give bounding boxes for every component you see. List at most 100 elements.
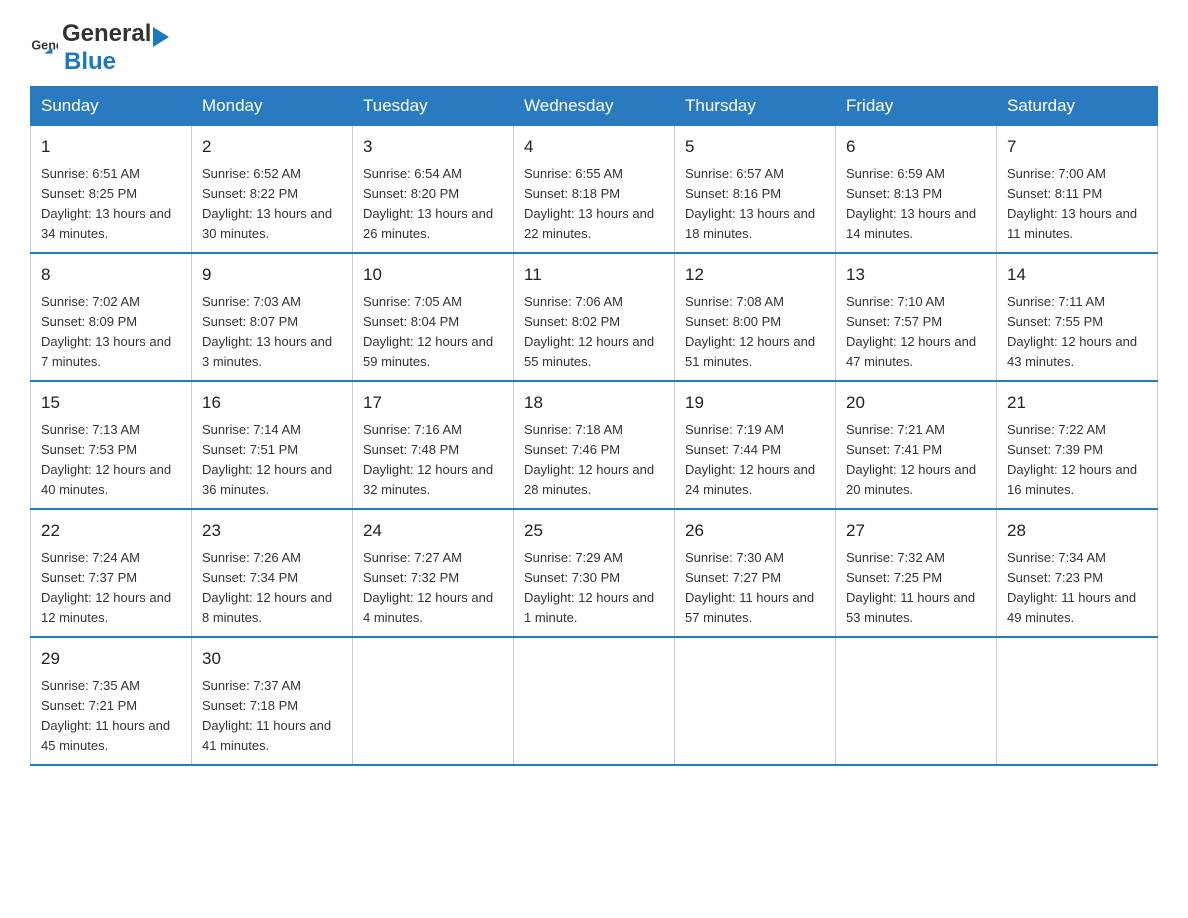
calendar-cell: 26 Sunrise: 7:30 AMSunset: 7:27 PMDayligh… <box>675 509 836 637</box>
calendar-cell: 3 Sunrise: 6:54 AMSunset: 8:20 PMDaylight… <box>353 125 514 253</box>
logo: General General Blue <box>30 20 171 76</box>
day-number: 7 <box>1007 134 1147 160</box>
header-thursday: Thursday <box>675 87 836 125</box>
calendar-cell <box>836 637 997 765</box>
day-number: 27 <box>846 518 986 544</box>
day-number: 5 <box>685 134 825 160</box>
day-number: 15 <box>41 390 181 416</box>
day-number: 2 <box>202 134 342 160</box>
calendar-cell: 9 Sunrise: 7:03 AMSunset: 8:07 PMDaylight… <box>192 253 353 381</box>
calendar-cell: 17 Sunrise: 7:16 AMSunset: 7:48 PMDayligh… <box>353 381 514 509</box>
day-info: Sunrise: 7:16 AMSunset: 7:48 PMDaylight:… <box>363 420 503 501</box>
calendar-cell <box>997 637 1158 765</box>
day-info: Sunrise: 7:37 AMSunset: 7:18 PMDaylight:… <box>202 676 342 757</box>
day-info: Sunrise: 7:22 AMSunset: 7:39 PMDaylight:… <box>1007 420 1147 501</box>
calendar-cell: 5 Sunrise: 6:57 AMSunset: 8:16 PMDaylight… <box>675 125 836 253</box>
day-number: 12 <box>685 262 825 288</box>
calendar-cell: 1 Sunrise: 6:51 AMSunset: 8:25 PMDaylight… <box>31 125 192 253</box>
calendar-cell: 22 Sunrise: 7:24 AMSunset: 7:37 PMDayligh… <box>31 509 192 637</box>
day-number: 30 <box>202 646 342 672</box>
day-info: Sunrise: 7:29 AMSunset: 7:30 PMDaylight:… <box>524 548 664 629</box>
day-number: 11 <box>524 262 664 288</box>
day-number: 20 <box>846 390 986 416</box>
day-number: 3 <box>363 134 503 160</box>
calendar-cell: 29 Sunrise: 7:35 AMSunset: 7:21 PMDayligh… <box>31 637 192 765</box>
day-number: 16 <box>202 390 342 416</box>
header-wednesday: Wednesday <box>514 87 675 125</box>
calendar-cell: 15 Sunrise: 7:13 AMSunset: 7:53 PMDayligh… <box>31 381 192 509</box>
day-info: Sunrise: 7:26 AMSunset: 7:34 PMDaylight:… <box>202 548 342 629</box>
day-info: Sunrise: 7:02 AMSunset: 8:09 PMDaylight:… <box>41 292 181 373</box>
logo-icon: General <box>30 34 58 62</box>
calendar-cell: 16 Sunrise: 7:14 AMSunset: 7:51 PMDayligh… <box>192 381 353 509</box>
day-number: 21 <box>1007 390 1147 416</box>
calendar-cell <box>353 637 514 765</box>
day-info: Sunrise: 6:51 AMSunset: 8:25 PMDaylight:… <box>41 164 181 245</box>
day-info: Sunrise: 7:18 AMSunset: 7:46 PMDaylight:… <box>524 420 664 501</box>
day-info: Sunrise: 7:14 AMSunset: 7:51 PMDaylight:… <box>202 420 342 501</box>
day-number: 9 <box>202 262 342 288</box>
day-info: Sunrise: 7:30 AMSunset: 7:27 PMDaylight:… <box>685 548 825 629</box>
calendar-cell: 30 Sunrise: 7:37 AMSunset: 7:18 PMDayligh… <box>192 637 353 765</box>
day-number: 25 <box>524 518 664 544</box>
day-info: Sunrise: 7:08 AMSunset: 8:00 PMDaylight:… <box>685 292 825 373</box>
calendar-cell: 12 Sunrise: 7:08 AMSunset: 8:00 PMDayligh… <box>675 253 836 381</box>
day-number: 28 <box>1007 518 1147 544</box>
day-info: Sunrise: 7:03 AMSunset: 8:07 PMDaylight:… <box>202 292 342 373</box>
calendar-week-row: 1 Sunrise: 6:51 AMSunset: 8:25 PMDaylight… <box>31 125 1158 253</box>
day-info: Sunrise: 7:00 AMSunset: 8:11 PMDaylight:… <box>1007 164 1147 245</box>
svg-text:General: General <box>31 38 58 52</box>
calendar-cell: 7 Sunrise: 7:00 AMSunset: 8:11 PMDaylight… <box>997 125 1158 253</box>
calendar-cell: 14 Sunrise: 7:11 AMSunset: 7:55 PMDayligh… <box>997 253 1158 381</box>
calendar-week-row: 29 Sunrise: 7:35 AMSunset: 7:21 PMDayligh… <box>31 637 1158 765</box>
calendar-cell: 6Sunrise: 6:59 AMSunset: 8:13 PMDaylight… <box>836 125 997 253</box>
day-number: 13 <box>846 262 986 288</box>
logo-text-blue: Blue <box>64 48 116 75</box>
calendar-cell: 8Sunrise: 7:02 AMSunset: 8:09 PMDaylight… <box>31 253 192 381</box>
day-info: Sunrise: 7:35 AMSunset: 7:21 PMDaylight:… <box>41 676 181 757</box>
day-info: Sunrise: 7:21 AMSunset: 7:41 PMDaylight:… <box>846 420 986 501</box>
day-info: Sunrise: 7:10 AMSunset: 7:57 PMDaylight:… <box>846 292 986 373</box>
calendar-cell: 18 Sunrise: 7:18 AMSunset: 7:46 PMDayligh… <box>514 381 675 509</box>
header-monday: Monday <box>192 87 353 125</box>
calendar-cell: 20 Sunrise: 7:21 AMSunset: 7:41 PMDayligh… <box>836 381 997 509</box>
calendar-cell: 19Sunrise: 7:19 AMSunset: 7:44 PMDayligh… <box>675 381 836 509</box>
calendar-cell: 21 Sunrise: 7:22 AMSunset: 7:39 PMDayligh… <box>997 381 1158 509</box>
day-number: 23 <box>202 518 342 544</box>
calendar-cell: 10 Sunrise: 7:05 AMSunset: 8:04 PMDayligh… <box>353 253 514 381</box>
page-header: General General Blue <box>30 20 1158 76</box>
day-info: Sunrise: 7:11 AMSunset: 7:55 PMDaylight:… <box>1007 292 1147 373</box>
day-number: 6 <box>846 134 986 160</box>
calendar-week-row: 22 Sunrise: 7:24 AMSunset: 7:37 PMDayligh… <box>31 509 1158 637</box>
day-info: Sunrise: 7:05 AMSunset: 8:04 PMDaylight:… <box>363 292 503 373</box>
calendar-cell <box>514 637 675 765</box>
calendar-cell: 28Sunrise: 7:34 AMSunset: 7:23 PMDayligh… <box>997 509 1158 637</box>
day-number: 18 <box>524 390 664 416</box>
day-info: Sunrise: 6:54 AMSunset: 8:20 PMDaylight:… <box>363 164 503 245</box>
header-friday: Friday <box>836 87 997 125</box>
day-info: Sunrise: 7:32 AMSunset: 7:25 PMDaylight:… <box>846 548 986 629</box>
calendar-cell: 25 Sunrise: 7:29 AMSunset: 7:30 PMDayligh… <box>514 509 675 637</box>
day-number: 22 <box>41 518 181 544</box>
logo-arrow <box>153 27 169 47</box>
day-info: Sunrise: 7:19 AMSunset: 7:44 PMDaylight:… <box>685 420 825 501</box>
calendar-week-row: 15 Sunrise: 7:13 AMSunset: 7:53 PMDayligh… <box>31 381 1158 509</box>
day-info: Sunrise: 6:52 AMSunset: 8:22 PMDaylight:… <box>202 164 342 245</box>
day-number: 10 <box>363 262 503 288</box>
day-info: Sunrise: 6:57 AMSunset: 8:16 PMDaylight:… <box>685 164 825 245</box>
day-info: Sunrise: 7:13 AMSunset: 7:53 PMDaylight:… <box>41 420 181 501</box>
day-number: 29 <box>41 646 181 672</box>
calendar-cell: 23 Sunrise: 7:26 AMSunset: 7:34 PMDayligh… <box>192 509 353 637</box>
logo-text-general: General <box>62 20 151 47</box>
day-number: 26 <box>685 518 825 544</box>
header-tuesday: Tuesday <box>353 87 514 125</box>
day-info: Sunrise: 6:55 AMSunset: 8:18 PMDaylight:… <box>524 164 664 245</box>
calendar-cell: 24Sunrise: 7:27 AMSunset: 7:32 PMDayligh… <box>353 509 514 637</box>
day-number: 17 <box>363 390 503 416</box>
day-number: 14 <box>1007 262 1147 288</box>
day-number: 1 <box>41 134 181 160</box>
day-info: Sunrise: 7:24 AMSunset: 7:37 PMDaylight:… <box>41 548 181 629</box>
calendar-table: SundayMondayTuesdayWednesdayThursdayFrid… <box>30 86 1158 766</box>
day-number: 24 <box>363 518 503 544</box>
day-number: 4 <box>524 134 664 160</box>
